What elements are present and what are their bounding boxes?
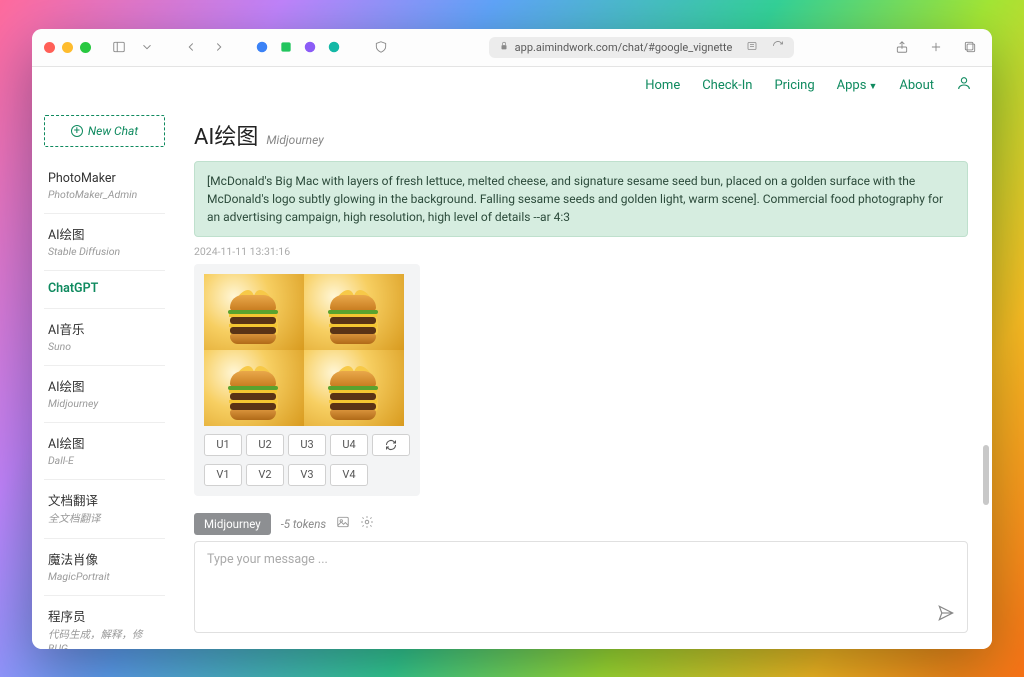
window-controls (44, 42, 91, 53)
chevron-down-icon[interactable] (137, 37, 157, 57)
sidebar-item-chatgpt[interactable]: ChatGPT (44, 271, 165, 309)
sidebar-item-ai-draw-sd[interactable]: AI绘图 Stable Diffusion (44, 214, 165, 271)
v2-button[interactable]: V2 (246, 464, 284, 486)
sidebar-item-photomaker[interactable]: PhotoMaker PhotoMaker_Admin (44, 161, 165, 214)
sidebar-item-title: ChatGPT (48, 281, 161, 296)
new-chat-label: New Chat (88, 124, 138, 138)
sidebar-item-title: AI绘图 (48, 224, 161, 243)
user-icon[interactable] (956, 75, 972, 95)
u1-button[interactable]: U1 (204, 434, 242, 456)
result-card: U1 U2 U3 U4 V1 V2 V3 V4 (194, 264, 420, 496)
sidebar-item-doc-translate[interactable]: 文档翻译 全文档翻译 (44, 480, 165, 539)
main-panel: AI绘图 Midjourney [McDonald's Big Mac with… (172, 105, 992, 649)
nav-about[interactable]: About (899, 78, 934, 93)
sidebar-item-title: AI音乐 (48, 319, 161, 338)
page-content: Home Check-In Pricing Apps▼ About + New … (32, 67, 992, 649)
nav-apps[interactable]: Apps▼ (837, 78, 878, 93)
timestamp: 2024-11-11 13:31:52 (194, 504, 968, 506)
v3-button[interactable]: V3 (288, 464, 326, 486)
extension-icon[interactable] (279, 40, 293, 54)
sidebar-item-title: PhotoMaker (48, 171, 161, 186)
u2-button[interactable]: U2 (246, 434, 284, 456)
sidebar-item-ai-draw-mj[interactable]: AI绘图 Midjourney (44, 366, 165, 423)
prompt-text: [McDonald's Big Mac with layers of fresh… (207, 174, 943, 224)
composer: Midjourney -5 tokens (180, 506, 992, 649)
v4-button[interactable]: V4 (330, 464, 368, 486)
gear-icon[interactable] (360, 514, 374, 533)
u4-button[interactable]: U4 (330, 434, 368, 456)
sidebar-item-sub: 代码生成，解释，修BUG (48, 627, 161, 649)
maximize-window-button[interactable] (80, 42, 91, 53)
v1-button[interactable]: V1 (204, 464, 242, 486)
new-tab-icon[interactable] (926, 37, 946, 57)
token-cost: -5 tokens (281, 517, 326, 531)
timestamp: 2024-11-11 13:31:16 (194, 245, 968, 258)
scrollbar-thumb[interactable] (983, 445, 989, 505)
shield-icon[interactable] (371, 37, 391, 57)
reroll-button[interactable] (372, 434, 410, 456)
nav-pricing[interactable]: Pricing (774, 78, 814, 93)
lock-icon (499, 41, 509, 54)
sidebar-item-title: 文档翻译 (48, 490, 161, 509)
top-nav: Home Check-In Pricing Apps▼ About (32, 67, 992, 105)
app-window: app.aimindwork.com/chat/#google_vignette (32, 29, 992, 649)
chat-title-sub: Midjourney (266, 133, 323, 147)
send-button[interactable] (936, 603, 956, 627)
result-image-3[interactable] (204, 350, 304, 426)
nav-apps-label: Apps (837, 78, 867, 93)
sidebar-item-title: AI绘图 (48, 376, 161, 395)
refresh-icon[interactable] (772, 40, 784, 55)
extension-icon[interactable] (327, 40, 341, 54)
chat-title: AI绘图 Midjourney (194, 119, 968, 151)
sidebar-item-title: AI绘图 (48, 433, 161, 452)
sidebar-item-sub: PhotoMaker_Admin (48, 188, 161, 201)
sidebar: + New Chat PhotoMaker PhotoMaker_Admin A… (32, 105, 172, 649)
extension-icon[interactable] (255, 40, 269, 54)
reader-icon[interactable] (746, 40, 758, 55)
result-image-2[interactable] (304, 274, 404, 350)
sidebar-item-magic-portrait[interactable]: 魔法肖像 MagicPortrait (44, 539, 165, 596)
result-image-4[interactable] (304, 350, 404, 426)
sidebar-item-programmer[interactable]: 程序员 代码生成，解释，修BUG (44, 596, 165, 649)
u3-button[interactable]: U3 (288, 434, 326, 456)
sidebar-item-ai-music[interactable]: AI音乐 Suno (44, 309, 165, 366)
url-text: app.aimindwork.com/chat/#google_vignette (515, 41, 733, 54)
sidebar-item-sub: Dall-E (48, 454, 161, 467)
sidebar-item-ai-draw-dalle[interactable]: AI绘图 Dall-E (44, 423, 165, 480)
sidebar-item-sub: MagicPortrait (48, 570, 161, 583)
chat-scroll[interactable]: AI绘图 Midjourney [McDonald's Big Mac with… (180, 105, 992, 506)
new-chat-button[interactable]: + New Chat (44, 115, 165, 147)
user-prompt-box: [McDonald's Big Mac with layers of fresh… (194, 161, 968, 237)
sidebar-item-sub: Suno (48, 340, 161, 353)
minimize-window-button[interactable] (62, 42, 73, 53)
nav-checkin[interactable]: Check-In (702, 78, 752, 93)
forward-button[interactable] (209, 37, 229, 57)
back-button[interactable] (181, 37, 201, 57)
share-icon[interactable] (892, 37, 912, 57)
model-chip[interactable]: Midjourney (194, 513, 271, 535)
tabs-icon[interactable] (960, 37, 980, 57)
message-input[interactable] (194, 541, 968, 633)
plus-icon: + (71, 125, 83, 137)
vary-row: V1 V2 V3 V4 (204, 464, 410, 486)
nav-home[interactable]: Home (645, 78, 680, 93)
sidebar-item-sub: Stable Diffusion (48, 245, 161, 258)
address-bar[interactable]: app.aimindwork.com/chat/#google_vignette (489, 37, 795, 58)
result-grid (204, 274, 410, 426)
close-window-button[interactable] (44, 42, 55, 53)
caret-down-icon: ▼ (868, 82, 877, 92)
chat-title-main: AI绘图 (194, 119, 258, 151)
sidebar-item-sub: Midjourney (48, 397, 161, 410)
image-icon[interactable] (336, 514, 350, 533)
upscale-row: U1 U2 U3 U4 (204, 434, 410, 456)
titlebar: app.aimindwork.com/chat/#google_vignette (32, 29, 992, 67)
sidebar-item-title: 程序员 (48, 606, 161, 625)
extension-icons (255, 40, 341, 54)
sidebar-item-sub: 全文档翻译 (48, 511, 161, 526)
sidebar-toggle-icon[interactable] (109, 37, 129, 57)
extension-icon[interactable] (303, 40, 317, 54)
sidebar-item-title: 魔法肖像 (48, 549, 161, 568)
result-image-1[interactable] (204, 274, 304, 350)
